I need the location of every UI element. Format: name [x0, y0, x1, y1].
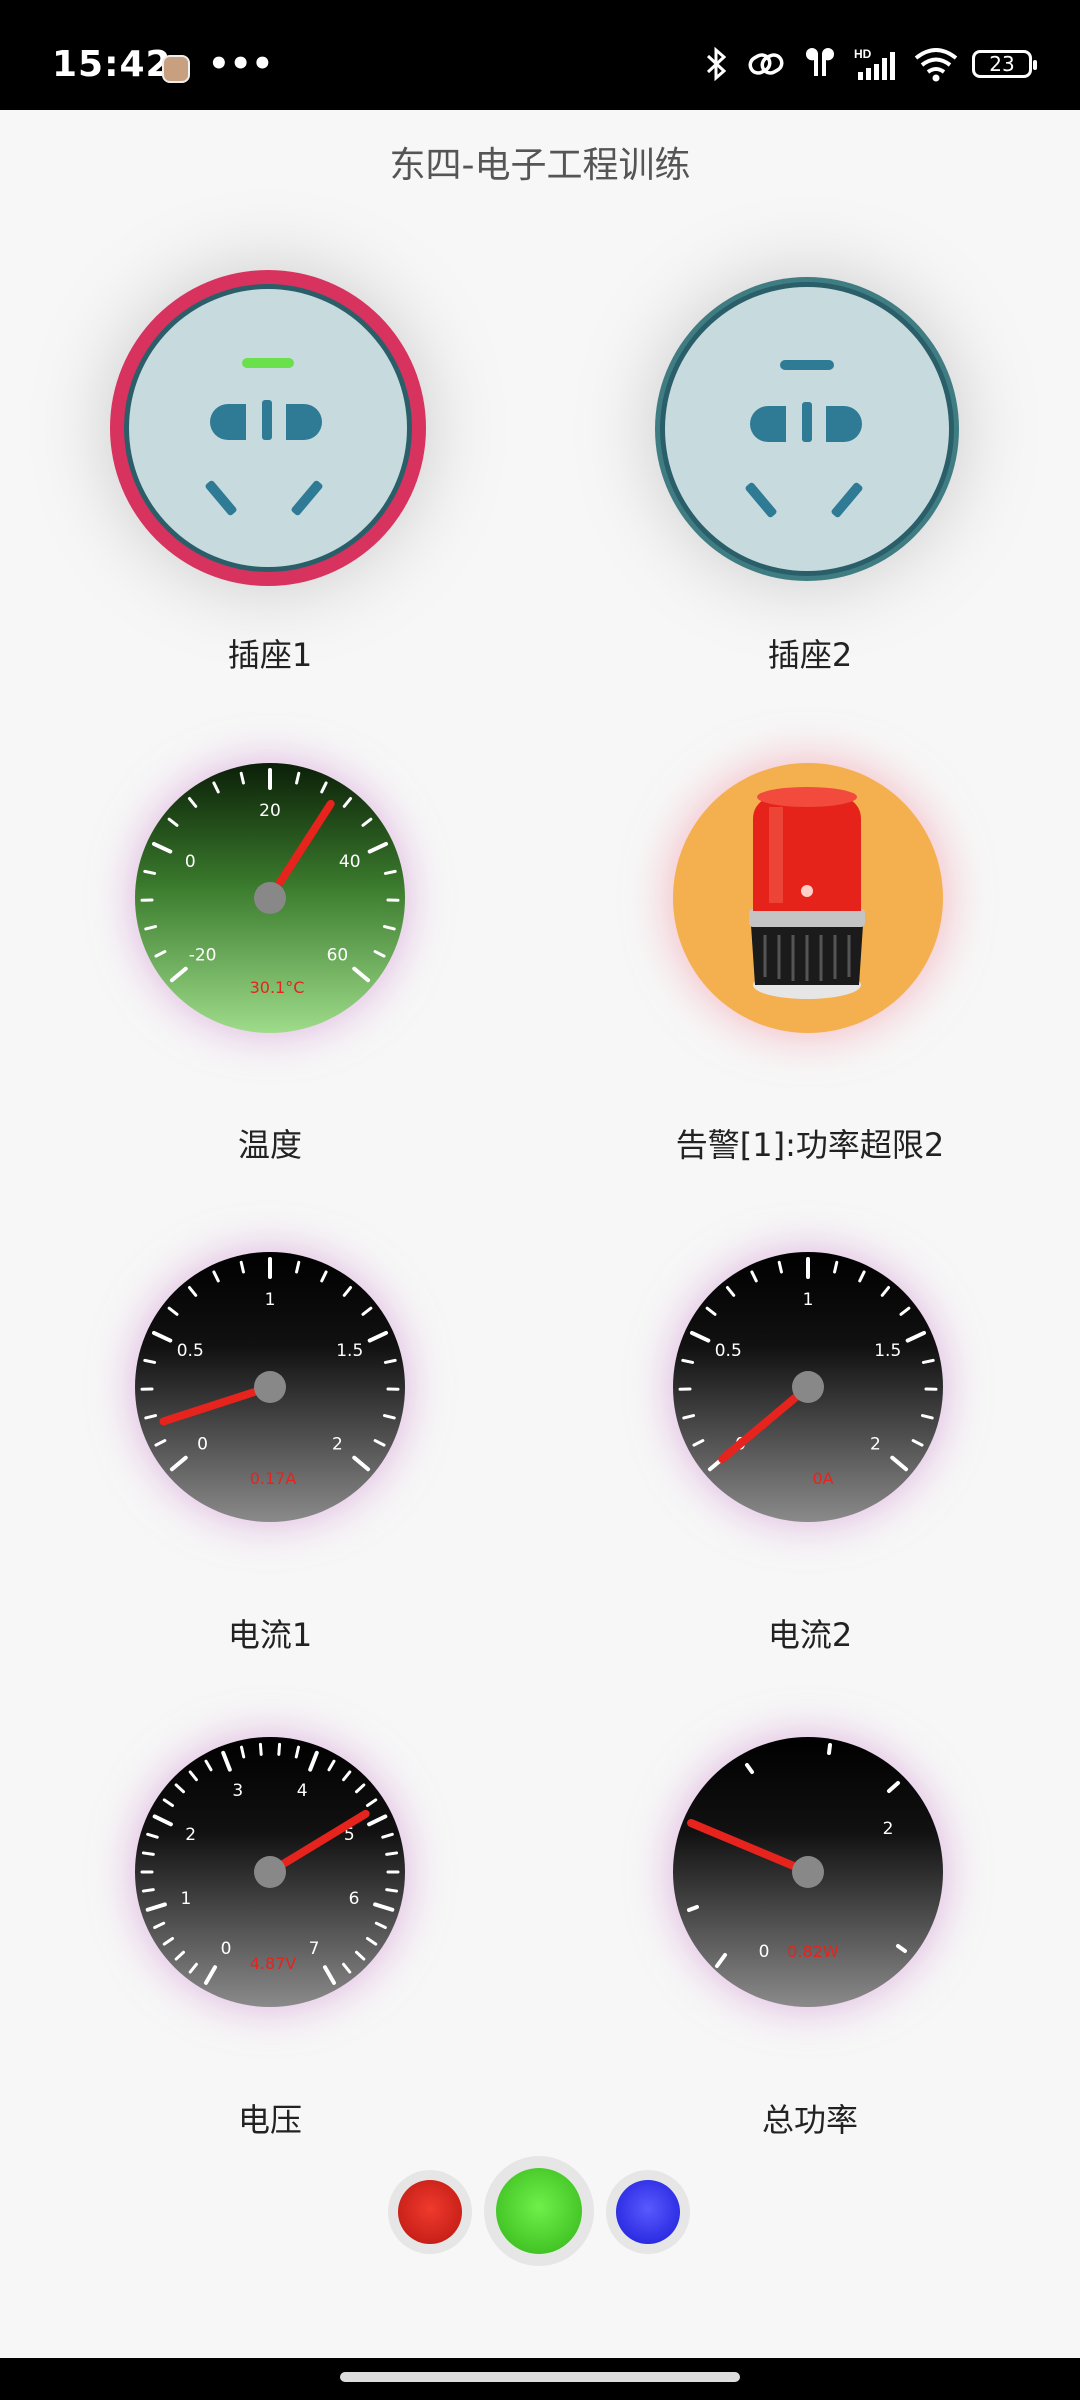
temperature-needle-hub — [254, 882, 286, 914]
current-2-tick-label: 0.5 — [715, 1341, 742, 1361]
current-2-tick-label: 1.5 — [874, 1341, 901, 1361]
socket-1-indicator-icon — [242, 358, 294, 368]
voltage-tick-label: 7 — [309, 1939, 320, 1959]
alarm-cell: 告警[1]:功率超限2 — [540, 750, 1080, 1170]
voltage-tick-label: 3 — [232, 1781, 243, 1801]
power-tick-label-0: 0 — [759, 1942, 770, 1962]
page-title: 东四-电子工程训练 — [389, 145, 691, 186]
voltage-minor-tick — [277, 1742, 282, 1756]
voltage-label: 电压 — [237, 2101, 302, 2139]
current-1-minor-tick — [383, 1358, 397, 1364]
home-gesture-handle[interactable] — [340, 2372, 740, 2382]
battery-icon: 23 — [972, 50, 1037, 78]
socket-2-label: 插座2 — [767, 636, 853, 674]
green-button-light-icon — [496, 2168, 582, 2254]
power-tick-label-2: 2 — [883, 1819, 894, 1839]
red-button[interactable] — [388, 2170, 472, 2254]
current-1-tick-label: 1 — [265, 1290, 276, 1310]
socket-2-indicator-icon — [780, 360, 834, 370]
current-1-label: 电流1 — [227, 1616, 313, 1654]
temperature-tick-label: 60 — [327, 946, 349, 966]
current-2-minor-tick — [681, 1358, 695, 1364]
temperature-tick-label: -20 — [189, 946, 217, 966]
voltage-minor-tick — [141, 1851, 155, 1856]
current-1-minor-tick — [143, 1358, 157, 1364]
voltage-tick-label: 2 — [185, 1825, 196, 1845]
current-2-minor-tick — [921, 1358, 935, 1364]
socket-2-cell: 插座2 — [540, 250, 1080, 680]
current-1-cell: 0 0.5 1 1.5 2 0.17A 电流1 — [0, 1240, 540, 1660]
socket-1-switch[interactable] — [106, 266, 430, 590]
more-notifications-icon: ••• — [208, 44, 274, 84]
status-bar: 15:42 ••• HD 23 — [0, 0, 1080, 110]
current-2-needle-hub — [792, 1371, 824, 1403]
voltage-readout: 4.87V — [250, 1954, 297, 1973]
alarm-label: 告警[1]:功率超限2 — [675, 1126, 945, 1164]
current-2-label: 电流2 — [767, 1616, 853, 1654]
temperature-tick-label: 0 — [185, 852, 196, 872]
blue-button[interactable] — [606, 2170, 690, 2254]
voltage-tick-label: 6 — [349, 1889, 360, 1909]
status-icons: HD 23 — [702, 46, 1037, 82]
temperature-readout: 30.1°C — [250, 978, 305, 997]
voltage-minor-tick — [385, 1851, 399, 1856]
current-2-readout: 0A — [812, 1469, 833, 1488]
bluetooth-icon — [706, 46, 727, 82]
socket-2-switch[interactable] — [652, 274, 962, 584]
alarm-light-icon — [749, 787, 865, 999]
current-2-tick-label: 1 — [803, 1290, 814, 1310]
power-label: 总功率 — [761, 2101, 858, 2139]
earbuds-icon — [805, 48, 835, 76]
current-2-tick-label: 2 — [870, 1435, 881, 1455]
green-button[interactable] — [484, 2156, 594, 2266]
power-gauge: 0 2 0.82W — [673, 1737, 943, 2007]
current-1-tick-label: 0.5 — [177, 1341, 204, 1361]
voltage-minor-tick — [385, 1888, 399, 1893]
wifi-icon — [914, 48, 958, 82]
red-button-light-icon — [398, 2180, 462, 2244]
current-1-tick-label: 2 — [332, 1435, 343, 1455]
current-2-gauge: 00.511.52 0A — [673, 1252, 943, 1522]
power-cell: 0 2 0.82W 总功率 — [540, 1725, 1080, 2145]
power-needle-hub — [792, 1856, 824, 1888]
voltage-minor-tick — [258, 1742, 263, 1756]
signal-icon: HD — [854, 47, 895, 80]
temperature-tick-label: 40 — [339, 852, 361, 872]
alarm-beacon — [673, 763, 943, 1033]
voltage-tick-label: 1 — [180, 1889, 191, 1909]
current-1-readout: 0.17A — [250, 1469, 297, 1488]
voltage-cell: 01234567 4.87V 电压 — [0, 1725, 540, 2145]
current-2-cell: 00.511.52 0A 电流2 — [540, 1240, 1080, 1660]
voltage-minor-tick — [141, 1888, 155, 1893]
temperature-minor-tick — [383, 869, 397, 875]
current-1-tick-label: 1.5 — [336, 1341, 363, 1361]
socket-1-cell: 插座1 — [0, 250, 540, 680]
current-1-gauge: 0 0.5 1 1.5 2 0.17A — [135, 1252, 405, 1522]
link-icon — [748, 53, 784, 75]
voltage-needle-hub — [254, 1856, 286, 1888]
voltage-tick-label: 4 — [297, 1781, 308, 1801]
temperature-tick-label: 20 — [259, 801, 281, 821]
temperature-cell: -20 0 20 40 60 30.1°C 温度 — [0, 750, 540, 1170]
color-button-group — [0, 2156, 1080, 2280]
power-readout: 0.82W — [787, 1942, 839, 1961]
status-time: 15:42 — [52, 44, 172, 85]
current-1-tick-label: 0 — [197, 1435, 208, 1455]
temperature-gauge: -20 0 20 40 60 30.1°C — [135, 763, 405, 1033]
voltage-gauge: 0123 4567 4.87V — [135, 1737, 405, 2007]
current-1-needle-hub — [254, 1371, 286, 1403]
app-notification-icon — [162, 55, 190, 83]
temperature-minor-tick — [143, 869, 157, 875]
socket-1-label: 插座1 — [227, 636, 313, 674]
blue-button-light-icon — [616, 2180, 680, 2244]
voltage-tick-label: 0 — [221, 1939, 232, 1959]
temperature-label: 温度 — [237, 1126, 302, 1164]
navigation-bar — [0, 2358, 1080, 2400]
svg-text:HD: HD — [854, 47, 872, 61]
